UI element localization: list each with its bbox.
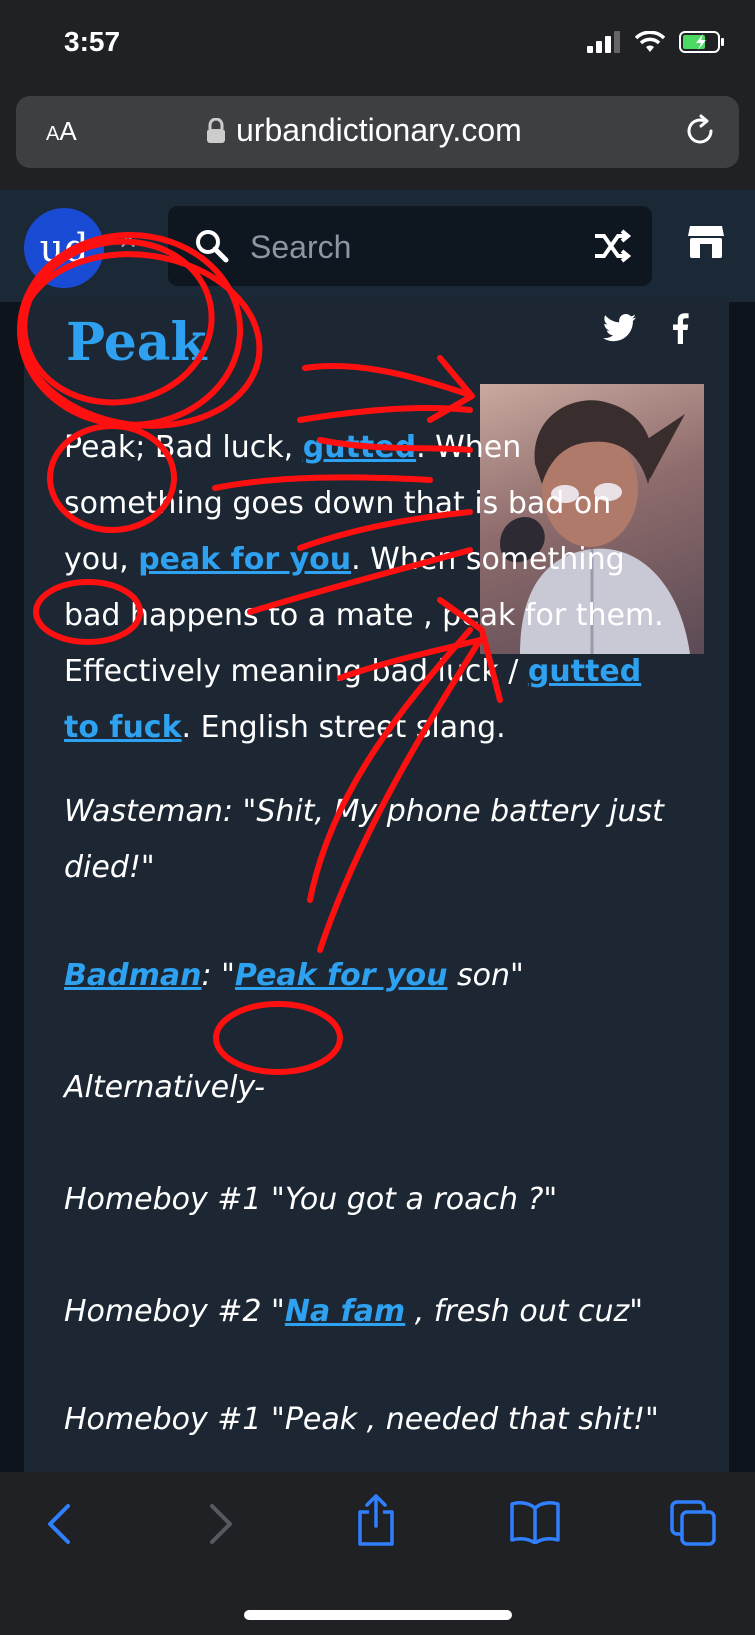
- definition-text: Peak; Bad luck, gutted. When something g…: [64, 430, 664, 745]
- link-peak-for-you-example[interactable]: Peak for you: [235, 958, 448, 993]
- signal-icon: [587, 31, 620, 53]
- link-badman[interactable]: Badman: [64, 958, 201, 993]
- address-bar[interactable]: AA urbandictionary.com: [16, 96, 739, 168]
- close-icon[interactable]: ×: [118, 226, 138, 254]
- bookmarks-icon[interactable]: [510, 1500, 560, 1544]
- screen: 3:57 AA urbandictionary.com ud × Search …: [0, 0, 755, 1635]
- example-line-5: Homeboy #2 "Na fam , fresh out cuz": [64, 1294, 644, 1329]
- shuffle-icon[interactable]: [592, 226, 632, 266]
- example-line-6: Homeboy #1 "Peak , needed that shit!": [64, 1402, 659, 1437]
- reload-icon[interactable]: [683, 114, 717, 148]
- status-time: 3:57: [64, 26, 121, 57]
- word-title[interactable]: Peak: [66, 312, 207, 373]
- back-icon[interactable]: [40, 1502, 80, 1546]
- link-na-fam[interactable]: Na fam: [285, 1294, 405, 1329]
- site-header: ud ×: [0, 190, 755, 302]
- search-box: [168, 206, 652, 286]
- browser-toolbar: [0, 1472, 755, 1635]
- wifi-icon: [635, 31, 665, 52]
- url-field[interactable]: urbandictionary.com: [206, 112, 522, 149]
- share-links: [603, 312, 689, 344]
- twitter-icon[interactable]: [603, 314, 637, 342]
- share-icon[interactable]: [356, 1494, 396, 1546]
- link-gutted[interactable]: gutted: [303, 430, 416, 465]
- status-bar: 3:57: [0, 0, 755, 92]
- lock-icon: [207, 117, 225, 143]
- url-text: urbandictionary.com: [236, 112, 522, 148]
- example-line-1: Wasteman: "Shit, My phone battery just d…: [64, 794, 664, 885]
- home-indicator[interactable]: [244, 1610, 512, 1620]
- tabs-icon[interactable]: [670, 1500, 718, 1548]
- forward-icon[interactable]: [200, 1502, 240, 1546]
- search-icon[interactable]: [194, 228, 230, 264]
- link-peak-for-you[interactable]: peak for you: [138, 542, 351, 577]
- example-line-3: Alternatively-: [64, 1070, 265, 1105]
- browser-address-area: AA urbandictionary.com: [0, 92, 755, 190]
- store-icon[interactable]: [686, 222, 726, 262]
- reader-options-button[interactable]: AA: [46, 116, 77, 147]
- status-icons: [587, 30, 725, 54]
- example-line-4: Homeboy #1 "You got a roach ?": [64, 1182, 558, 1217]
- definition-card: Peak Peak; Bad luck, gutted. When someth…: [24, 302, 729, 1472]
- page-content: Peak Peak; Bad luck, gutted. When someth…: [0, 302, 755, 1472]
- search-input[interactable]: [248, 222, 572, 272]
- ud-logo[interactable]: ud: [24, 208, 104, 288]
- facebook-icon[interactable]: [671, 312, 689, 344]
- example-line-2: Badman: "Peak for you son": [64, 958, 524, 993]
- battery-icon: [679, 31, 724, 53]
